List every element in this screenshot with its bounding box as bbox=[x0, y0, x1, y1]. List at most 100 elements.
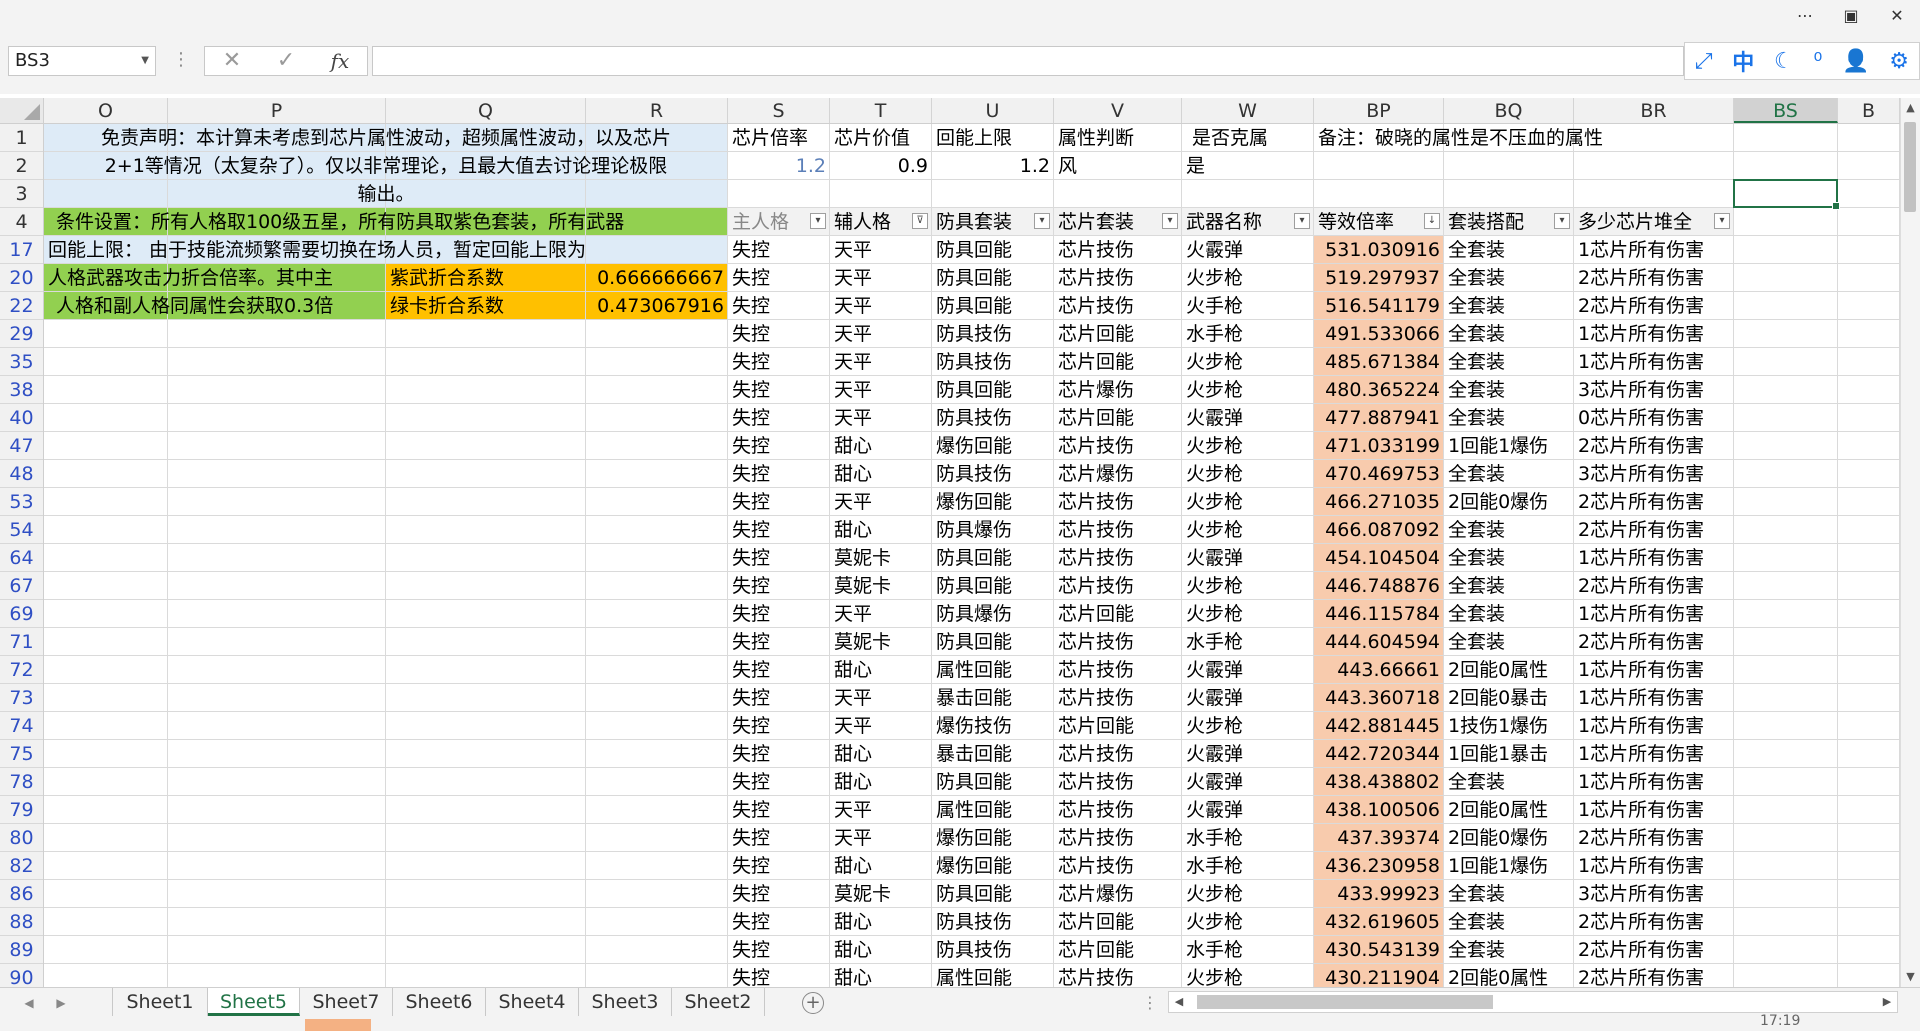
filter-dropdown-icon[interactable]: ↓ bbox=[1424, 213, 1440, 229]
tab-sheet1[interactable]: Sheet1 bbox=[112, 988, 208, 1016]
table-cell[interactable]: 全套装 bbox=[1444, 628, 1574, 655]
table-cell[interactable]: 防具回能 bbox=[932, 236, 1054, 263]
table-cell[interactable]: 485.671384 bbox=[1314, 348, 1444, 375]
table-cell[interactable]: 甜心 bbox=[830, 936, 932, 963]
table-cell[interactable]: 天平 bbox=[830, 292, 932, 319]
param-header[interactable]: 芯片倍率 bbox=[728, 124, 830, 151]
table-cell[interactable]: 火步枪 bbox=[1182, 460, 1314, 487]
table-cell[interactable]: 失控 bbox=[728, 768, 830, 795]
table-cell[interactable]: 火步枪 bbox=[1182, 880, 1314, 907]
filter-dropdown-icon[interactable]: ⊽ bbox=[912, 213, 928, 229]
ime-moon-icon[interactable]: ☾ bbox=[1774, 49, 1794, 74]
row-header[interactable]: 72 bbox=[0, 656, 43, 684]
column-header-bp[interactable]: BP bbox=[1314, 98, 1444, 123]
param-header[interactable]: 芯片价值 bbox=[830, 124, 932, 151]
table-cell[interactable]: 466.087092 bbox=[1314, 516, 1444, 543]
scroll-up-icon[interactable]: ▲ bbox=[1901, 98, 1920, 118]
table-header-6[interactable]: 套装搭配 ▾ bbox=[1444, 208, 1574, 235]
table-cell[interactable]: 防具技伤 bbox=[932, 936, 1054, 963]
table-cell[interactable]: 全套装 bbox=[1444, 600, 1574, 627]
row-header[interactable]: 29 bbox=[0, 320, 43, 348]
table-cell[interactable]: 甜心 bbox=[830, 432, 932, 459]
table-cell[interactable]: 2回能0爆伤 bbox=[1444, 824, 1574, 851]
table-cell[interactable]: 水手枪 bbox=[1182, 852, 1314, 879]
table-cell[interactable]: 全套装 bbox=[1444, 516, 1574, 543]
table-cell[interactable]: 火霰弹 bbox=[1182, 740, 1314, 767]
table-cell[interactable]: 436.230958 bbox=[1314, 852, 1444, 879]
table-cell[interactable]: 甜心 bbox=[830, 740, 932, 767]
table-cell[interactable]: 446.115784 bbox=[1314, 600, 1444, 627]
table-cell[interactable]: 天平 bbox=[830, 376, 932, 403]
table-cell[interactable]: 火手枪 bbox=[1182, 292, 1314, 319]
column-header-u[interactable]: U bbox=[932, 98, 1054, 123]
row-header[interactable]: 64 bbox=[0, 544, 43, 572]
table-cell[interactable]: 天平 bbox=[830, 824, 932, 851]
table-cell[interactable]: 1芯片所有伤害 bbox=[1574, 348, 1734, 375]
row-header[interactable]: 67 bbox=[0, 572, 43, 600]
row-header[interactable]: 1 bbox=[0, 124, 43, 152]
select-all-corner[interactable] bbox=[0, 98, 44, 124]
table-cell[interactable]: 1芯片所有伤害 bbox=[1574, 656, 1734, 683]
table-cell[interactable]: 全套装 bbox=[1444, 320, 1574, 347]
table-cell[interactable]: 1芯片所有伤害 bbox=[1574, 740, 1734, 767]
filter-dropdown-icon[interactable]: ▾ bbox=[1034, 213, 1050, 229]
table-cell[interactable]: 失控 bbox=[728, 852, 830, 879]
row-header[interactable]: 4 bbox=[0, 208, 43, 236]
table-cell[interactable]: 芯片技伤 bbox=[1054, 656, 1182, 683]
table-cell[interactable]: 失控 bbox=[728, 292, 830, 319]
table-cell[interactable]: 天平 bbox=[830, 712, 932, 739]
table-cell[interactable]: 失控 bbox=[728, 656, 830, 683]
table-cell[interactable]: 全套装 bbox=[1444, 880, 1574, 907]
param-header[interactable]: 属性判断 bbox=[1054, 124, 1182, 151]
row-header[interactable]: 35 bbox=[0, 348, 43, 376]
filter-dropdown-icon[interactable]: ▾ bbox=[1162, 213, 1178, 229]
table-cell[interactable]: 芯片技伤 bbox=[1054, 824, 1182, 851]
table-cell[interactable]: 442.881445 bbox=[1314, 712, 1444, 739]
table-cell[interactable]: 442.720344 bbox=[1314, 740, 1444, 767]
table-cell[interactable]: 爆伤回能 bbox=[932, 852, 1054, 879]
column-header-p[interactable]: P bbox=[168, 98, 386, 123]
row-header[interactable]: 38 bbox=[0, 376, 43, 404]
table-cell[interactable]: 全套装 bbox=[1444, 572, 1574, 599]
param-value[interactable]: 0.9 bbox=[830, 152, 932, 179]
weapon-factor-text[interactable]: 人格和副人格同属性会获取0.3倍 bbox=[44, 292, 386, 319]
table-cell[interactable]: 芯片爆伤 bbox=[1054, 880, 1182, 907]
row-header[interactable]: 71 bbox=[0, 628, 43, 656]
table-cell[interactable]: 水手枪 bbox=[1182, 320, 1314, 347]
table-cell[interactable]: 防具爆伤 bbox=[932, 600, 1054, 627]
table-cell[interactable]: 1芯片所有伤害 bbox=[1574, 320, 1734, 347]
table-cell[interactable]: 芯片技伤 bbox=[1054, 796, 1182, 823]
param-value[interactable]: 1.2 bbox=[932, 152, 1054, 179]
table-cell[interactable]: 芯片技伤 bbox=[1054, 264, 1182, 291]
table-cell[interactable]: 火步枪 bbox=[1182, 600, 1314, 627]
table-cell[interactable]: 芯片技伤 bbox=[1054, 852, 1182, 879]
table-cell[interactable]: 芯片技伤 bbox=[1054, 516, 1182, 543]
table-cell[interactable]: 火步枪 bbox=[1182, 376, 1314, 403]
table-cell[interactable]: 甜心 bbox=[830, 964, 932, 987]
table-cell[interactable]: 1芯片所有伤害 bbox=[1574, 768, 1734, 795]
table-header-3[interactable]: 芯片套装 ▾ bbox=[1054, 208, 1182, 235]
table-cell[interactable]: 2回能0爆伤 bbox=[1444, 488, 1574, 515]
table-cell[interactable]: 454.104504 bbox=[1314, 544, 1444, 571]
column-header-br[interactable]: BR bbox=[1574, 98, 1734, 123]
table-cell[interactable]: 2芯片所有伤害 bbox=[1574, 936, 1734, 963]
table-cell[interactable]: 防具回能 bbox=[932, 572, 1054, 599]
table-cell[interactable]: 火霰弹 bbox=[1182, 404, 1314, 431]
tab-prev-icon[interactable]: ◀ bbox=[18, 988, 40, 1018]
table-cell[interactable]: 失控 bbox=[728, 432, 830, 459]
row-header[interactable]: 86 bbox=[0, 880, 43, 908]
table-cell[interactable]: 甜心 bbox=[830, 460, 932, 487]
table-cell[interactable]: 失控 bbox=[728, 376, 830, 403]
table-cell[interactable]: 芯片技伤 bbox=[1054, 292, 1182, 319]
formula-input[interactable] bbox=[372, 46, 1684, 76]
table-cell[interactable]: 芯片技伤 bbox=[1054, 740, 1182, 767]
column-header-b[interactable]: B bbox=[1838, 98, 1900, 123]
tab-splitter-icon[interactable]: ⋮ bbox=[1140, 988, 1160, 1018]
scroll-left-icon[interactable]: ◀ bbox=[1169, 992, 1189, 1012]
table-cell[interactable]: 0芯片所有伤害 bbox=[1574, 404, 1734, 431]
table-cell[interactable]: 2芯片所有伤害 bbox=[1574, 488, 1734, 515]
table-cell[interactable]: 全套装 bbox=[1444, 544, 1574, 571]
purple-weapon-factor-label[interactable]: 紫武折合系数 bbox=[386, 264, 586, 291]
table-cell[interactable]: 失控 bbox=[728, 880, 830, 907]
table-cell[interactable]: 2芯片所有伤害 bbox=[1574, 572, 1734, 599]
